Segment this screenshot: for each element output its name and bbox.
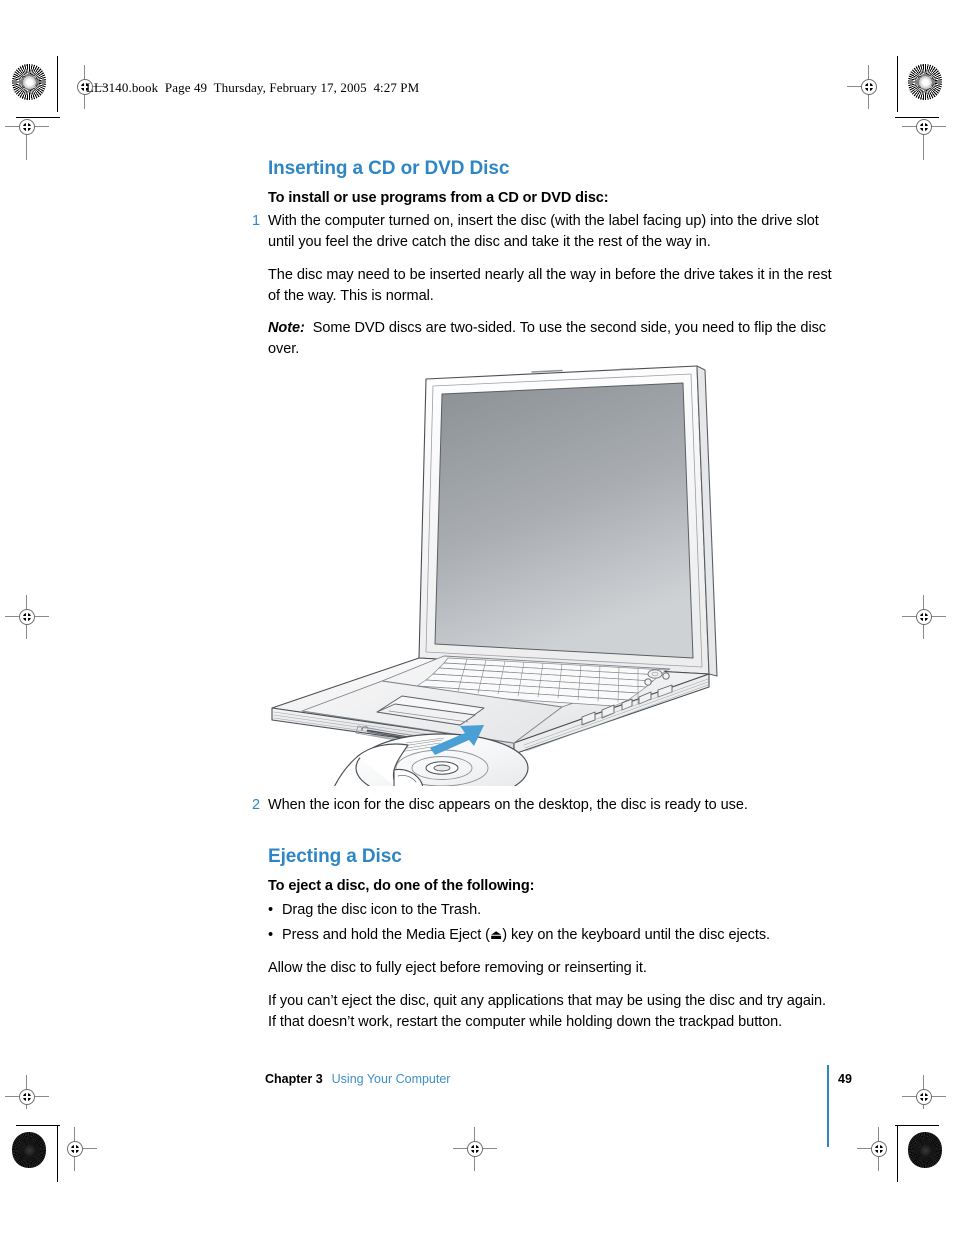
list-item-step-1: 1 With the computer turned on, insert th… [252,211,832,253]
book-file-header: LL3140.book Page 49 Thursday, February 1… [86,80,420,95]
starburst-calibration-target-top-right [908,64,942,100]
registration-mark-left-lower [5,1075,49,1110]
trim-line-left-upper-horizontal [16,117,60,118]
footer-chapter-title: Using Your Computer [331,1072,451,1086]
trim-line-right-lower-horizontal [895,1125,939,1126]
list-item-eject-media-key: • Press and hold the Media Eject (⏏) key… [252,924,832,946]
starburst-calibration-target-top-left [12,64,46,100]
page-title-inserting-disc: Inserting a CD or DVD Disc [268,158,510,179]
registration-mark-right-middle [902,595,946,639]
bullet-text-drag-trash: Drag the disc icon to the Trash. [282,902,482,918]
bullet-text-before-glyph: Press and hold the Media Eject ( [282,927,490,943]
bullet-text-after-glyph: ) key on the keyboard until the disc eje… [502,927,771,943]
step-number-2: 2 [252,797,261,813]
registration-mark-left-middle [5,595,49,639]
figure-inserting-disc-illustration [262,356,722,786]
trim-line-top-right-vertical [897,56,898,112]
registration-mark-bottom-right [857,1127,892,1171]
list-item-eject-drag-trash: • Drag the disc icon to the Trash. [252,899,832,921]
footer-chapter-number: Chapter 3 [265,1072,323,1086]
step-text-1: With the computer turned on, insert the … [268,213,819,250]
registration-mark-right-upper [902,114,946,160]
starburst-calibration-target-bottom-left [12,1132,46,1168]
page-content-lower: 2 When the icon for the disc appears on … [252,795,832,1033]
trim-line-top-left-vertical [57,56,58,112]
page-content: Inserting a CD or DVD Disc To install or… [252,158,832,360]
starburst-calibration-target-bottom-right [908,1132,942,1168]
lead-in-eject-disc: To eject a disc, do one of the following… [268,878,535,894]
trim-line-bottom-left-vertical [57,1126,58,1182]
note-label: Note: [268,320,305,336]
registration-mark-bottom-left [62,1127,97,1171]
page-footer: Chapter 3 Using Your Computer [265,1072,855,1086]
trim-line-left-lower-horizontal [16,1125,60,1126]
bullet-text-media-eject-key: Press and hold the Media Eject (⏏) key o… [282,924,770,946]
trim-line-bottom-right-vertical [897,1126,898,1182]
list-item-step-2: 2 When the icon for the disc appears on … [252,795,832,816]
paragraph-allow-full-eject: Allow the disc to fully eject before rem… [268,960,647,976]
paragraph-cannot-eject-troubleshoot: If you can’t eject the disc, quit any ap… [268,993,827,1030]
registration-mark-bottom-center [453,1127,497,1171]
footer-accent-rule [827,1065,829,1147]
registration-mark-right-lower [902,1075,946,1110]
bullet-marker: • [268,927,274,943]
media-eject-icon: ⏏ [489,927,503,942]
registration-mark-left-upper [5,114,49,160]
step-text-2: When the icon for the disc appears on th… [268,797,748,813]
page-number: 49 [838,1072,852,1086]
lead-in-install-programs: To install or use programs from a CD or … [268,190,609,206]
registration-mark-top-right [847,65,882,109]
bullet-marker: • [268,902,274,918]
paragraph-disc-insertion-normal: The disc may need to be inserted nearly … [268,267,832,304]
page-title-ejecting-disc: Ejecting a Disc [268,846,402,867]
paragraph-note-two-sided: Note: Some DVD discs are two-sided. To u… [252,318,832,360]
step-number-1: 1 [252,213,261,229]
note-text: Some DVD discs are two-sided. To use the… [268,320,827,357]
trim-line-right-upper-horizontal [895,117,939,118]
